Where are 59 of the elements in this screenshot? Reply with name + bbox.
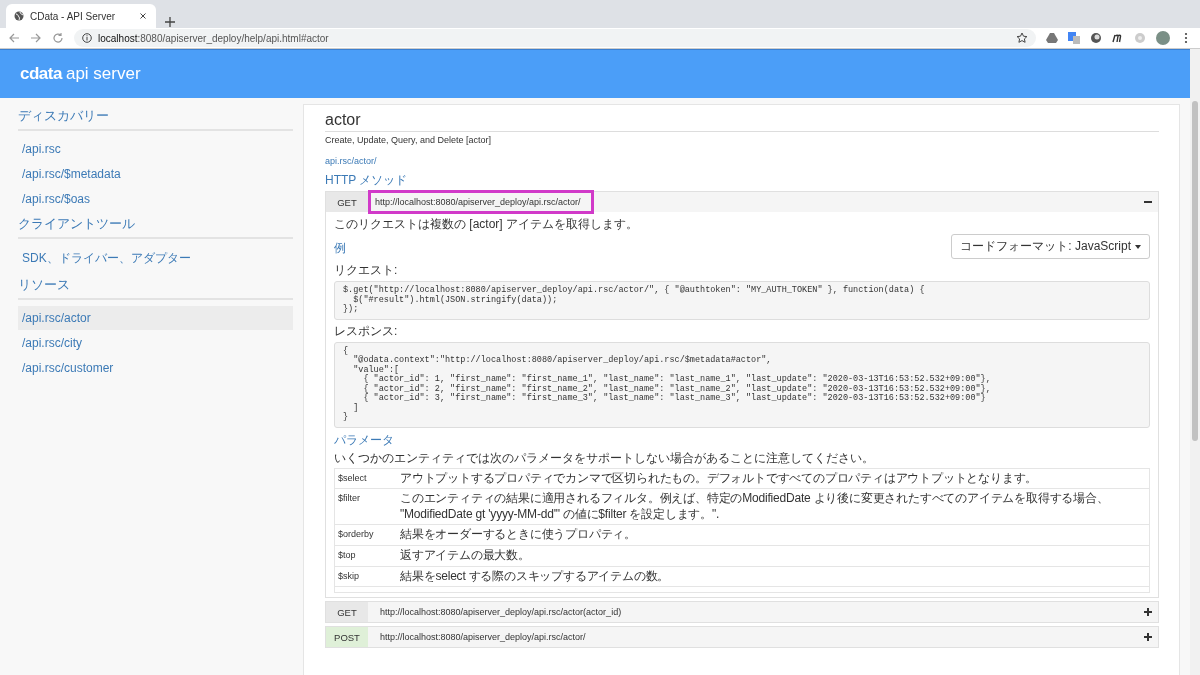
code-block: { "@odata.context":"http://localhost:8080/apiserver_deploy/api.rsc/$metadata#actor", "value":[ { "actor_id": 1, "first_name": "first_name_1", "last_name": "last_name_1", "last_update": "2020-03-13T16:53:52.532+09:00"}, { "actor_id": 2, "first_name": "first_name_2", "last_name": "last_name_2", "last_update": "2020-03-13T16:53:52.532+09:00"}, { "actor_id": 3, "first_name": "first_name_3", "last_name": "last_name_3", "last_update": "2020-03-13T16:53:52.532+09:00"} ] } — [334, 341, 1150, 428]
sidebar-link[interactable]: /api.rsc/$oas — [18, 187, 293, 211]
translate-icon[interactable] — [1068, 32, 1080, 44]
section-heading: ディスカバリー — [18, 104, 293, 131]
back-icon[interactable] — [8, 32, 20, 44]
sidebar-link[interactable]: /api.rsc — [18, 137, 293, 161]
info-icon — [82, 33, 92, 43]
globe-icon — [14, 11, 24, 21]
caret-icon — [1135, 244, 1141, 249]
endpoint-url: http://localhost:8080/apiserver_deploy/api.rsc/actor(actor_id) — [379, 606, 623, 620]
parameter-description: 結果をselect する際のスキップするアイテムの数。 — [397, 566, 1149, 587]
forward-icon[interactable] — [30, 32, 42, 44]
parameter-name: $skip — [335, 566, 397, 587]
request-description: このリクエストは複数の [actor] アイテムを取得します。 — [334, 216, 639, 233]
profile-avatar[interactable] — [1156, 31, 1170, 45]
parameter-name: $top — [335, 545, 397, 567]
minus-icon[interactable] — [1144, 198, 1152, 206]
reload-icon[interactable] — [52, 32, 64, 44]
response-label: レスポンス: — [334, 322, 399, 340]
address-bar[interactable]: localhost:8080/apiserver_deploy/help/api.html#actor — [74, 29, 1036, 47]
example-heading: 例 — [334, 240, 346, 257]
request-label: リクエスト: — [334, 262, 399, 279]
star-icon[interactable] — [1016, 32, 1028, 44]
method-label: GET — [326, 192, 368, 212]
parameter-description: 結果をオーダーするときに使うプロパティ。 — [397, 524, 1149, 546]
parameter-name: $select — [335, 468, 397, 489]
plus-icon[interactable] — [1144, 608, 1152, 617]
parameter-description: 返すアイテムの最大数。 — [397, 545, 1149, 567]
parameters-heading: パラメータ — [334, 431, 395, 449]
section-heading: クライアントツール — [18, 212, 293, 239]
parameter-name: $filter — [335, 488, 397, 525]
method-label: GET — [326, 602, 368, 623]
method-label: POST — [326, 627, 368, 648]
sidebar-link[interactable]: /api.rsc/actor — [18, 306, 293, 330]
sidebar-link[interactable]: SDK、ドライバー、アダプター — [18, 245, 293, 272]
parameter-name: $orderby — [335, 524, 397, 546]
endpoint-url: http://localhost:8080/apiserver_deploy/api.rsc/actor/ — [379, 631, 587, 645]
plus-icon[interactable] — [1144, 633, 1152, 642]
scrollbar[interactable] — [1190, 49, 1200, 675]
circle-icon[interactable] — [1090, 32, 1102, 44]
code-format-dropdown[interactable]: コードフォーマット: JavaScript — [951, 234, 1150, 259]
page-title: actor — [325, 111, 1159, 132]
section-heading: リソース — [18, 273, 293, 300]
parameter-description: このエンティティの結果に適用されるフィルタ。例えば、特定のModifiedDate より後に変更されたすべてのアイテムを取得する場合、 "ModifiedDate gt 'yyyy-MM-dd'" の値に$filter を設定します。". — [397, 488, 1149, 525]
sidebar-link[interactable]: /api.rsc/city — [18, 331, 293, 355]
new-tab-icon[interactable] — [164, 16, 176, 28]
close-icon[interactable] — [138, 11, 148, 21]
sidebar-link[interactable]: /api.rsc/customer — [18, 356, 293, 380]
resource-link[interactable]: api.rsc/actor/ — [325, 156, 377, 166]
italic-m-icon[interactable] — [1112, 32, 1124, 44]
resource-description: Create, Update, Query, and Delete [actor] — [325, 135, 492, 145]
code-block: $.get("http://localhost:8080/apiserver_deploy/api.rsc/actor/", { "@authtoken": "MY_AUTH_TOKEN" }, function(data) { $("#result").html(JSON.stringify(data)); }); — [334, 281, 1150, 320]
highlighted-url: http://localhost:8080/apiserver_deploy/api.rsc/actor/ — [368, 190, 594, 214]
browser-tab[interactable]: CData - API Server — [6, 4, 156, 28]
parameters-note: いくつかのエンティティでは次のパラメータをサポートしない場合があることに注意してください。 — [334, 449, 875, 467]
logo: cdata api server — [20, 64, 141, 84]
methods-heading: HTTP メソッド — [325, 172, 409, 189]
sidebar-link[interactable]: /api.rsc/$metadata — [18, 162, 293, 186]
parameter-description: アウトプットするプロパティでカンマで区切られたもの。デフォルトですべてのプロパティはアウトプットとなります。 — [397, 468, 1149, 489]
